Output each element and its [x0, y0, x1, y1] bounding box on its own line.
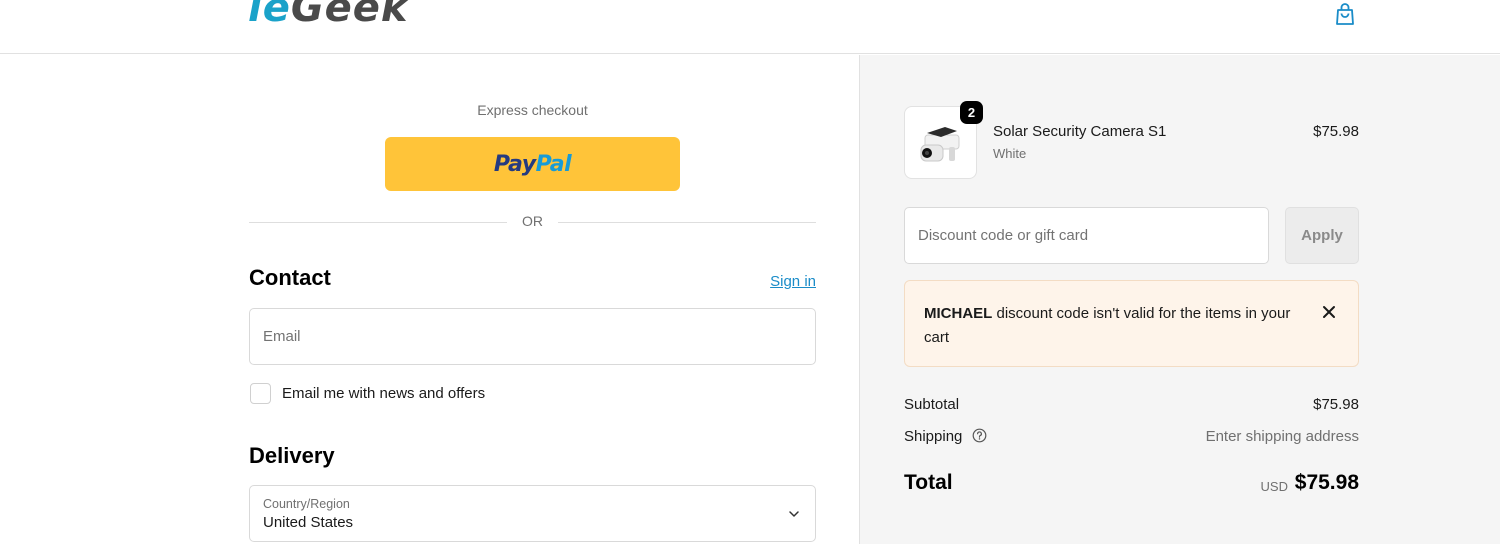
total-label: Total	[904, 471, 953, 494]
paypal-button[interactable]: Pay Pal	[385, 137, 680, 191]
discount-error-banner: MICHAEL discount code isn't valid for th…	[904, 280, 1359, 367]
apply-discount-button[interactable]: Apply	[1285, 207, 1359, 264]
email-field[interactable]	[249, 308, 816, 365]
newsletter-checkbox[interactable]	[250, 383, 271, 404]
quantity-badge: 2	[960, 101, 983, 124]
country-select-label: Country/Region	[263, 497, 350, 511]
product-name: Solar Security Camera S1	[993, 123, 1167, 140]
paypal-logo-pal: Pal	[535, 151, 572, 177]
discount-code: MICHAEL	[924, 305, 993, 322]
country-select[interactable]: Country/Region United States	[249, 485, 816, 542]
checkout-page: ieGeek Express checkout Pay Pal OR Contac…	[0, 0, 1500, 544]
logo-text-geek: Geek	[290, 0, 409, 30]
paypal-logo-pay: Pay	[493, 151, 536, 177]
discount-field[interactable]	[904, 207, 1269, 264]
sign-in-link[interactable]: Sign in	[760, 273, 816, 290]
currency-code: USD	[1260, 479, 1288, 494]
total-value: $75.98	[1294, 471, 1359, 494]
chevron-down-icon	[789, 511, 799, 517]
checkout-form: Express checkout Pay Pal OR Contact Sign …	[0, 55, 859, 544]
subtotal-value: $75.98	[1313, 396, 1359, 413]
subtotal-label: Subtotal	[904, 396, 960, 413]
product-variant: White	[993, 146, 1027, 161]
shopping-bag-icon	[1336, 3, 1354, 25]
express-checkout-label: Express checkout	[477, 102, 588, 118]
close-icon[interactable]	[1320, 303, 1338, 321]
product-price: $75.98	[1313, 123, 1359, 140]
shipping-label: Shipping	[904, 428, 963, 445]
delivery-heading: Delivery	[249, 443, 335, 468]
contact-heading: Contact	[249, 265, 331, 290]
email-input[interactable]	[250, 309, 815, 364]
or-text: OR	[522, 213, 543, 229]
newsletter-label[interactable]: Email me with news and offers	[282, 385, 485, 402]
shipping-value: Enter shipping address	[1205, 428, 1359, 445]
header: ieGeek	[0, 0, 1500, 54]
discount-input[interactable]	[905, 208, 1268, 263]
help-circle-icon[interactable]	[972, 428, 987, 443]
or-divider: OR	[249, 213, 816, 231]
order-summary: 2 Solar Security Camera S1 White $75.98 …	[859, 55, 1500, 544]
logo-text-ie: ie	[248, 0, 291, 30]
discount-error-text: MICHAEL discount code isn't valid for th…	[924, 302, 1294, 350]
country-select-value: United States	[263, 514, 354, 531]
store-logo[interactable]: ieGeek	[248, 0, 409, 30]
cart-button[interactable]	[1333, 1, 1357, 27]
